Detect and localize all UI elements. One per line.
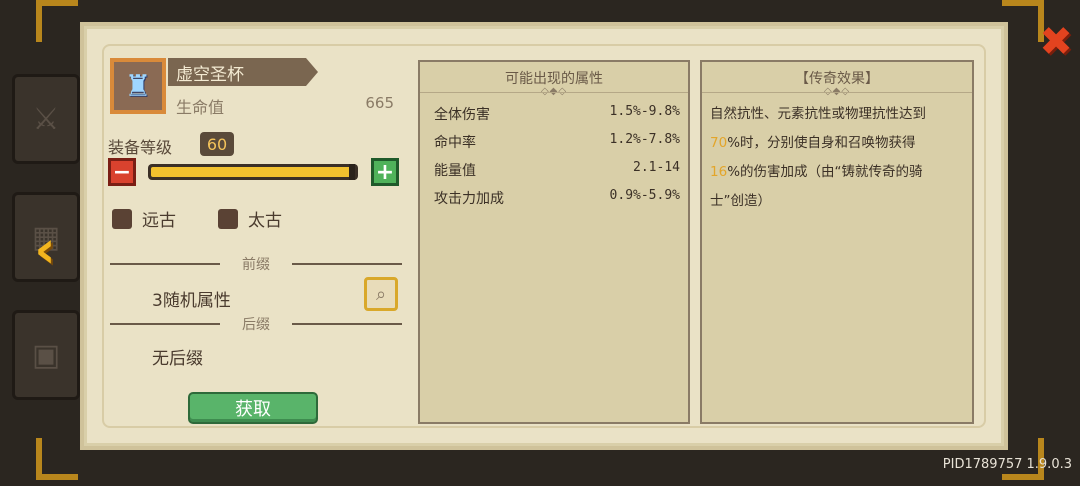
level-slider[interactable] bbox=[148, 164, 358, 180]
stat-value: 665 bbox=[365, 94, 394, 112]
item-name: 虚空圣杯 bbox=[176, 64, 244, 85]
legendary-line: 自然抗性、元素抗性或物理抗性达到 bbox=[710, 106, 926, 122]
minus-icon: − bbox=[112, 159, 132, 185]
chalice-icon: ♜ bbox=[124, 68, 152, 104]
sword-icon: ⚔ bbox=[32, 101, 60, 137]
get-button[interactable]: 获取 bbox=[188, 392, 318, 424]
primal-checkbox[interactable] bbox=[218, 208, 238, 229]
frame-corner-bottom-left bbox=[36, 438, 78, 480]
attribute-range: 0.9%-5.9% bbox=[609, 188, 680, 203]
version-label: PID1789757 1.9.0.3 bbox=[942, 457, 1072, 472]
item-icon: ♜ bbox=[110, 58, 166, 114]
attribute-row: 能量值 2.1-14 bbox=[434, 160, 680, 180]
attribute-range: 2.1-14 bbox=[633, 160, 680, 175]
level-increase-button[interactable]: + bbox=[371, 158, 399, 186]
attribute-name: 攻击力加成 bbox=[434, 191, 504, 207]
level-badge: 60 bbox=[200, 132, 234, 156]
suffix-divider: 后缀 bbox=[110, 314, 402, 334]
legendary-threshold: 70 bbox=[710, 135, 728, 151]
ancient-checkbox[interactable] bbox=[112, 208, 132, 229]
attribute-row: 攻击力加成 0.9%-5.9% bbox=[434, 188, 680, 208]
attribute-range: 1.5%-9.8% bbox=[609, 104, 680, 119]
inventory-icon: ▣ bbox=[31, 337, 61, 373]
chevron-left-icon: ‹ bbox=[34, 220, 56, 280]
legendary-line: 70%时，分别使自身和召唤物获得 bbox=[710, 135, 916, 151]
attribute-name: 全体伤害 bbox=[434, 107, 490, 123]
attribute-range: 1.2%-7.8% bbox=[609, 132, 680, 147]
magnifier-icon: ⌕ bbox=[375, 283, 387, 305]
legendary-description: 自然抗性、元素抗性或物理抗性达到 70%时，分别使自身和召唤物获得 16%的伤害… bbox=[710, 100, 964, 216]
back-button[interactable]: ‹ bbox=[22, 222, 68, 278]
primal-label: 太古 bbox=[248, 211, 282, 231]
inventory-tab[interactable]: ▣ bbox=[12, 310, 80, 400]
attribute-row: 命中率 1.2%-7.8% bbox=[434, 132, 680, 152]
attribute-row: 全体伤害 1.5%-9.8% bbox=[434, 104, 680, 124]
plus-icon: + bbox=[375, 159, 395, 185]
ancient-label: 远古 bbox=[142, 211, 176, 231]
weapon-tab[interactable]: ⚔ bbox=[12, 74, 80, 164]
prefix-value: 3随机属性 bbox=[152, 291, 231, 311]
legendary-line: 士”创造） bbox=[710, 193, 771, 209]
level-label: 装备等级 bbox=[108, 138, 173, 157]
primal-option[interactable]: 太古 bbox=[218, 206, 282, 231]
level-decrease-button[interactable]: − bbox=[108, 158, 136, 186]
level-slider-fill bbox=[151, 167, 355, 177]
attribute-name: 命中率 bbox=[434, 135, 476, 151]
frame-corner-top-left bbox=[36, 0, 78, 42]
item-name-banner: 虚空圣杯 bbox=[168, 58, 318, 86]
legendary-bonus: 16 bbox=[710, 164, 728, 180]
attributes-title: 可能出现的属性 bbox=[505, 71, 603, 87]
stat-label: 生命值 bbox=[176, 98, 225, 117]
close-button[interactable]: ✖ bbox=[1038, 19, 1074, 65]
ancient-option[interactable]: 远古 bbox=[112, 206, 176, 231]
legendary-title: 【传奇效果】 bbox=[795, 71, 879, 87]
level-slider-handle[interactable] bbox=[349, 164, 355, 180]
close-icon: ✖ bbox=[1039, 19, 1073, 65]
suffix-value: 无后缀 bbox=[152, 349, 203, 369]
legendary-line: 16%的伤害加成（由“铸就传奇的骑 bbox=[710, 164, 923, 180]
attribute-name: 能量值 bbox=[434, 163, 476, 179]
prefix-divider: 前缀 bbox=[110, 254, 402, 274]
inspect-button[interactable]: ⌕ bbox=[364, 277, 398, 311]
attributes-pane: 可能出现的属性 ◇◆◇ 全体伤害 1.5%-9.8% 命中率 1.2%-7.8%… bbox=[418, 60, 690, 424]
legendary-effect-pane: 【传奇效果】 ◇◆◇ 自然抗性、元素抗性或物理抗性达到 70%时，分别使自身和召… bbox=[700, 60, 974, 424]
